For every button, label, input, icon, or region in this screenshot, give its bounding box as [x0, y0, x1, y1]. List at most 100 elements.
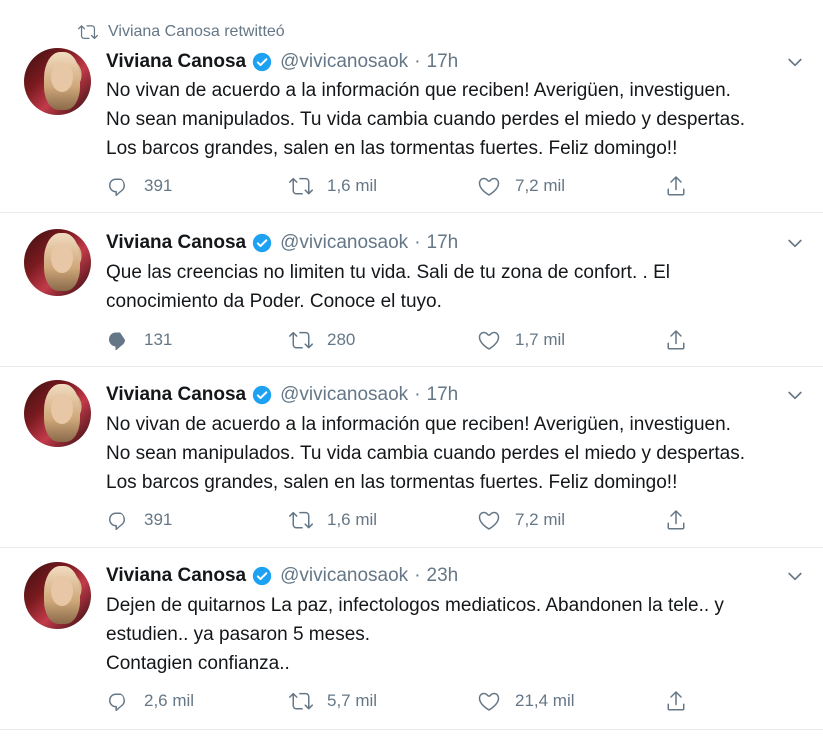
like-button[interactable]: 7,2 mil	[477, 173, 565, 199]
like-button[interactable]: 21,4 mil	[477, 688, 575, 714]
reply-count: 391	[144, 176, 173, 195]
tweet-text-line: estudien.. ya pasaron 5 meses.	[106, 624, 371, 645]
retweet-icon	[289, 328, 313, 352]
reply-icon	[106, 174, 130, 198]
tweet-text-line: No vivan de acuerdo a la información que…	[106, 414, 731, 435]
chevron-down-icon[interactable]	[785, 52, 805, 72]
reply-icon	[106, 328, 130, 352]
tweet-actions: 131 280 1,7 mil	[106, 327, 706, 353]
tweet-header: Viviana Canosa @vivicanosaok · 17h	[106, 49, 458, 75]
share-button[interactable]	[664, 507, 702, 533]
tweet-text-line: Contagien confianza..	[106, 653, 290, 674]
heart-icon	[477, 508, 501, 532]
separator: ·	[414, 384, 421, 405]
author-name[interactable]: Viviana Canosa	[106, 232, 246, 254]
tweet-header: Viviana Canosa @vivicanosaok · 23h	[106, 563, 458, 589]
avatar[interactable]	[24, 48, 91, 115]
tweet-text-line: No sean manipulados. Tu vida cambia cuan…	[106, 443, 745, 464]
avatar[interactable]	[24, 229, 91, 296]
tweet-text-line: conocimiento da Poder. Conoce el tuyo.	[106, 291, 442, 312]
avatar[interactable]	[24, 562, 91, 629]
author-handle[interactable]: @vivicanosaok	[280, 232, 408, 254]
retweet-indicator: Viviana Canosa retwitteó	[78, 22, 285, 42]
share-button[interactable]	[664, 688, 702, 714]
tweet-actions: 391 1,6 mil 7,2 mil	[106, 507, 706, 533]
separator: ·	[414, 565, 421, 586]
author-handle[interactable]: @vivicanosaok	[280, 565, 408, 587]
tweet-card[interactable]: Viviana Canosa @vivicanosaok · 23h Dejen…	[0, 548, 823, 730]
share-button[interactable]	[664, 327, 702, 353]
reply-icon	[106, 689, 130, 713]
verified-badge-icon	[252, 566, 272, 586]
retweet-note-text: Viviana Canosa retwitteó	[108, 23, 285, 40]
tweet-card[interactable]: Viviana Canosa @vivicanosaok · 17h No vi…	[0, 367, 823, 548]
tweet-header: Viviana Canosa @vivicanosaok · 17h	[106, 382, 458, 408]
reply-button[interactable]: 2,6 mil	[106, 688, 194, 714]
separator: ·	[414, 232, 421, 253]
like-button[interactable]: 1,7 mil	[477, 327, 565, 353]
retweet-icon	[289, 508, 313, 532]
author-name[interactable]: Viviana Canosa	[106, 565, 246, 587]
reply-button[interactable]: 131	[106, 327, 172, 353]
chevron-down-icon[interactable]	[785, 566, 805, 586]
author-name[interactable]: Viviana Canosa	[106, 51, 246, 73]
retweet-button[interactable]: 1,6 mil	[289, 507, 377, 533]
retweet-icon	[289, 174, 313, 198]
author-name[interactable]: Viviana Canosa	[106, 384, 246, 406]
chevron-down-icon[interactable]	[785, 233, 805, 253]
chevron-down-icon[interactable]	[785, 385, 805, 405]
tweet-card[interactable]: Viviana Canosa retwitteó Viviana Canosa …	[0, 0, 823, 213]
like-count: 1,7 mil	[515, 330, 566, 349]
retweet-button[interactable]: 5,7 mil	[289, 688, 377, 714]
share-icon	[664, 508, 688, 532]
retweet-button[interactable]: 1,6 mil	[289, 173, 377, 199]
like-count: 21,4 mil	[515, 691, 575, 710]
timestamp[interactable]: 23h	[427, 565, 459, 587]
retweet-count: 5,7 mil	[327, 691, 378, 710]
tweet-text-line: No sean manipulados. Tu vida cambia cuan…	[106, 109, 745, 130]
separator: ·	[414, 51, 421, 72]
tweet-text-line: Dejen de quitarnos La paz, infectologos …	[106, 595, 724, 616]
reply-count: 391	[144, 510, 173, 529]
share-icon	[664, 689, 688, 713]
avatar[interactable]	[24, 380, 91, 447]
tweet-text-line: No vivan de acuerdo a la información que…	[106, 80, 731, 101]
heart-icon	[477, 689, 501, 713]
reply-button[interactable]: 391	[106, 173, 172, 199]
verified-badge-icon	[252, 52, 272, 72]
author-handle[interactable]: @vivicanosaok	[280, 384, 408, 406]
timestamp[interactable]: 17h	[427, 384, 459, 406]
retweet-icon	[289, 689, 313, 713]
timestamp[interactable]: 17h	[427, 232, 459, 254]
tweet-text: Dejen de quitarnos La paz, infectologos …	[106, 591, 806, 678]
tweet-actions: 391 1,6 mil 7,2 mil	[106, 173, 706, 199]
like-count: 7,2 mil	[515, 510, 566, 529]
like-count: 7,2 mil	[515, 176, 566, 195]
share-icon	[664, 174, 688, 198]
tweet-header: Viviana Canosa @vivicanosaok · 17h	[106, 230, 458, 256]
heart-icon	[477, 174, 501, 198]
tweet-card[interactable]: Viviana Canosa @vivicanosaok · 17h Que l…	[0, 213, 823, 367]
reply-count: 2,6 mil	[144, 691, 195, 710]
tweet-text-line: Los barcos grandes, salen en las torment…	[106, 138, 678, 159]
tweet-text-line: Los barcos grandes, salen en las torment…	[106, 472, 678, 493]
verified-badge-icon	[252, 385, 272, 405]
retweet-icon	[78, 22, 98, 42]
verified-badge-icon	[252, 233, 272, 253]
tweet-actions: 2,6 mil 5,7 mil 21,4 mil	[106, 688, 706, 714]
tweet-text: No vivan de acuerdo a la información que…	[106, 410, 806, 497]
retweet-count: 280	[327, 330, 356, 349]
share-button[interactable]	[664, 173, 702, 199]
timestamp[interactable]: 17h	[427, 51, 459, 73]
author-handle[interactable]: @vivicanosaok	[280, 51, 408, 73]
like-button[interactable]: 7,2 mil	[477, 507, 565, 533]
tweet-feed: Viviana Canosa retwitteó Viviana Canosa …	[0, 0, 823, 740]
heart-icon	[477, 328, 501, 352]
reply-icon	[106, 508, 130, 532]
retweet-button[interactable]: 280	[289, 327, 355, 353]
reply-button[interactable]: 391	[106, 507, 172, 533]
tweet-text-line: Que las creencias no limiten tu vida. Sa…	[106, 262, 670, 283]
share-icon	[664, 328, 688, 352]
retweet-count: 1,6 mil	[327, 176, 378, 195]
tweet-text: Que las creencias no limiten tu vida. Sa…	[106, 258, 806, 316]
